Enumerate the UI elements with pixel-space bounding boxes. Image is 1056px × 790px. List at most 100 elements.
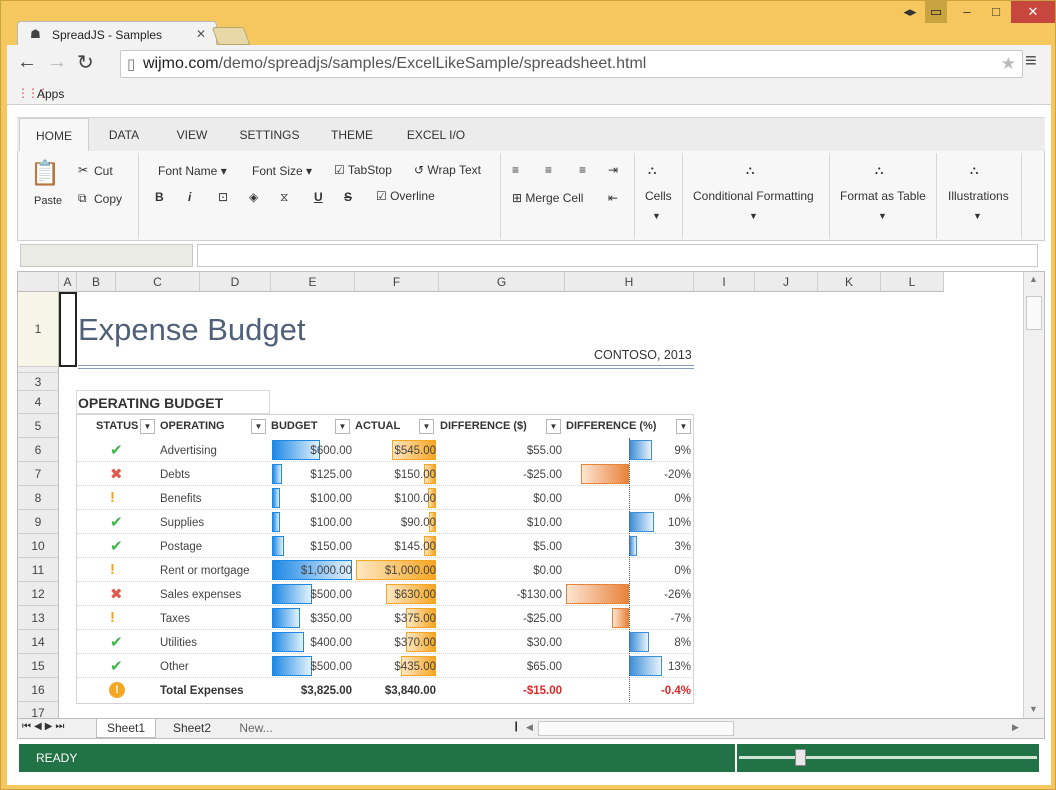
indent-icon[interactable]: ⇥	[608, 163, 618, 177]
row-header-14[interactable]: 14	[18, 630, 59, 654]
filter-dropdown-budget[interactable]: ▼	[335, 419, 350, 434]
column-header-f[interactable]: F	[355, 272, 439, 292]
fill-color-icon[interactable]: ◈	[249, 190, 258, 204]
column-header-d[interactable]: D	[200, 272, 271, 292]
back-icon[interactable]: ←	[17, 51, 37, 74]
vertical-scrollbar[interactable]: ▲ ▼	[1023, 272, 1044, 718]
name-box[interactable]	[20, 244, 193, 267]
column-header-i[interactable]: I	[694, 272, 755, 292]
column-header-k[interactable]: K	[818, 272, 881, 292]
column-header-h[interactable]: H	[565, 272, 694, 292]
hscroll-right-icon[interactable]: ▶	[1012, 722, 1019, 733]
hscroll-thumb[interactable]	[538, 721, 734, 736]
merge-cell-button[interactable]: ⊞ Merge Cell	[512, 191, 583, 205]
filter-dropdown-operating[interactable]: ▼	[251, 419, 266, 434]
italic-button[interactable]: i	[188, 190, 191, 204]
tabstop-checkbox[interactable]: ☑ TabStop	[334, 163, 392, 177]
column-header-b[interactable]: B	[77, 272, 116, 292]
apps-bookmark[interactable]: Apps	[37, 87, 64, 101]
copy-button[interactable]: Copy	[94, 192, 122, 206]
address-bar[interactable]: ▯ wijmo.com/demo/spreadjs/samples/ExcelL…	[120, 50, 1023, 78]
cells-dropdown-icon[interactable]: ▼	[652, 211, 661, 221]
column-header-e[interactable]: E	[271, 272, 355, 292]
filter-dropdown-actual[interactable]: ▼	[419, 419, 434, 434]
scrollbar-thumb[interactable]	[1026, 296, 1042, 330]
filter-dropdown-difference-percent[interactable]: ▼	[676, 419, 691, 434]
zoom-slider-thumb[interactable]	[795, 749, 806, 766]
tab-theme[interactable]: THEME	[327, 118, 377, 152]
selected-cell[interactable]	[59, 292, 77, 367]
spreadsheet-grid[interactable]: ABCDEFGHIJKL 1 3 4 5 6 7 8 9 10 11 12 13 14 15 16 17 Ex…	[17, 271, 1045, 719]
strikethrough-button[interactable]: S	[344, 190, 352, 204]
formula-bar[interactable]	[197, 244, 1038, 267]
font-color-icon[interactable]: ⧖	[280, 190, 288, 205]
menu-icon[interactable]: ≡	[1025, 50, 1037, 73]
tab-excel-io[interactable]: EXCEL I/O	[401, 118, 471, 152]
row-header-7[interactable]: 7	[18, 462, 59, 486]
row-header-12[interactable]: 12	[18, 582, 59, 606]
zoom-slider[interactable]	[739, 756, 1037, 759]
row-header-10[interactable]: 10	[18, 534, 59, 558]
outdent-icon[interactable]: ⇤	[608, 191, 618, 205]
new-tab-button[interactable]	[211, 27, 251, 45]
tab-data[interactable]: DATA	[99, 118, 149, 152]
scroll-down-icon[interactable]: ▼	[1029, 704, 1038, 714]
illustrations-dropdown-icon[interactable]: ▼	[973, 211, 982, 221]
cells-button[interactable]: Cells	[645, 189, 672, 203]
hscroll-left-icon[interactable]: ◀	[526, 722, 533, 733]
align-center-icon[interactable]: ≡	[545, 163, 552, 177]
underline-button[interactable]: U	[314, 190, 323, 204]
row-header-13[interactable]: 13	[18, 606, 59, 630]
column-header-c[interactable]: C	[116, 272, 200, 292]
format-as-table-dropdown-icon[interactable]: ▼	[878, 211, 887, 221]
forward-icon[interactable]: →	[47, 51, 67, 74]
font-name-dropdown[interactable]: Font Name ▾	[158, 164, 227, 178]
row-header-16[interactable]: 16	[18, 678, 59, 702]
align-right-icon[interactable]: ≡	[579, 163, 586, 177]
tab-home[interactable]: HOME	[19, 118, 89, 152]
row-header-17[interactable]: 17	[18, 702, 59, 718]
row-header-3[interactable]: 3	[18, 373, 59, 391]
close-tab-icon[interactable]: ✕	[196, 27, 206, 41]
paste-button[interactable]: Paste	[34, 195, 62, 207]
border-icon[interactable]: ⊡	[218, 190, 228, 204]
illustrations-button[interactable]: Illustrations	[948, 189, 1009, 203]
reload-icon[interactable]: ↻	[77, 50, 94, 75]
column-header-a[interactable]: A	[59, 272, 77, 292]
conditional-formatting-button[interactable]: Conditional Formatting	[693, 189, 814, 203]
font-size-dropdown[interactable]: Font Size ▾	[252, 164, 312, 178]
tab-settings[interactable]: SETTINGS	[237, 118, 302, 152]
sheet-tab-sheet1[interactable]: Sheet1	[96, 719, 156, 738]
row-header-9[interactable]: 9	[18, 510, 59, 534]
cut-button[interactable]: Cut	[94, 164, 113, 178]
sheet-tab-sheet2[interactable]: Sheet2	[162, 719, 222, 738]
row-header-5[interactable]: 5	[18, 414, 59, 438]
column-header-g[interactable]: G	[439, 272, 565, 292]
conditional-formatting-dropdown-icon[interactable]: ▼	[749, 211, 758, 221]
scroll-up-icon[interactable]: ▲	[1029, 274, 1038, 284]
sheet-tab-new[interactable]: New...	[228, 719, 284, 738]
wrap-text-button[interactable]: ↺ Wrap Text	[414, 163, 481, 177]
bold-button[interactable]: B	[155, 190, 164, 204]
star-icon[interactable]: ★	[1001, 54, 1016, 74]
column-header-j[interactable]: J	[755, 272, 818, 292]
row-header-8[interactable]: 8	[18, 486, 59, 510]
corner-cell[interactable]	[18, 272, 59, 292]
row-header-11[interactable]: 11	[18, 558, 59, 582]
column-header-l[interactable]: L	[881, 272, 944, 292]
format-as-table-button[interactable]: Format as Table	[840, 189, 926, 203]
filter-dropdown-difference-dollar[interactable]: ▼	[546, 419, 561, 434]
status-check-icon: ✔	[110, 634, 123, 651]
browser-tab[interactable]: ☗ SpreadJS - Samples ✕	[17, 21, 217, 47]
row-header-15[interactable]: 15	[18, 654, 59, 678]
row-header-1[interactable]: 1	[18, 292, 59, 367]
sheet-nav-arrows-icon[interactable]: ⏮◀▶⏭	[22, 721, 67, 732]
align-left-icon[interactable]: ≡	[512, 163, 519, 177]
paste-icon[interactable]: 📋	[30, 159, 60, 188]
filter-dropdown-status[interactable]: ▼	[140, 419, 155, 434]
tab-view[interactable]: VIEW	[167, 118, 217, 152]
row-header-4[interactable]: 4	[18, 391, 59, 414]
tab-splitter[interactable]: ❙	[512, 721, 520, 732]
row-header-6[interactable]: 6	[18, 438, 59, 462]
overline-checkbox[interactable]: ☑ Overline	[376, 189, 435, 203]
